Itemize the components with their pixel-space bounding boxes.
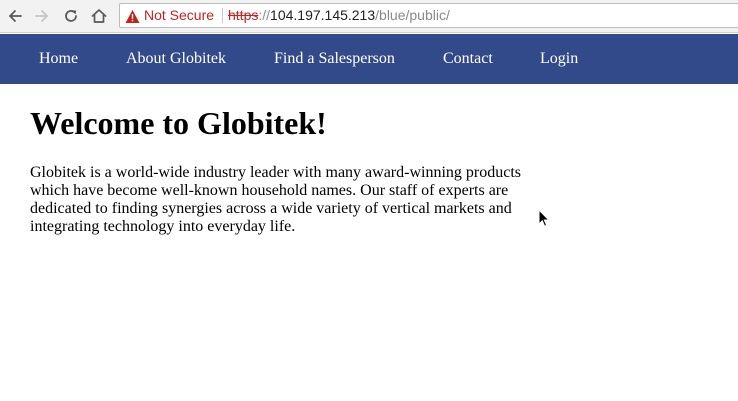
url-text[interactable]: https://104.197.145.213/blue/public/ bbox=[228, 4, 450, 27]
mouse-cursor-icon bbox=[538, 208, 550, 228]
back-button[interactable] bbox=[4, 5, 26, 27]
security-status-label[interactable]: Not Secure bbox=[144, 4, 214, 27]
forward-button[interactable] bbox=[31, 5, 53, 27]
url-separator: :// bbox=[258, 7, 271, 23]
url-scheme: https bbox=[228, 7, 259, 23]
reload-button[interactable] bbox=[60, 5, 82, 27]
nav-about-link[interactable]: About Globitek bbox=[126, 34, 226, 84]
address-bar-divider bbox=[222, 8, 223, 23]
url-host: 104.197.145.213 bbox=[270, 7, 376, 23]
url-path: /blue/public/ bbox=[375, 7, 450, 23]
home-button[interactable] bbox=[88, 5, 110, 27]
warning-triangle-icon bbox=[125, 8, 140, 23]
forward-arrow-icon bbox=[34, 8, 50, 24]
nav-login-link[interactable]: Login bbox=[540, 34, 578, 84]
back-arrow-icon bbox=[7, 8, 23, 24]
browser-toolbar: Not Secure https://104.197.145.213/blue/… bbox=[0, 0, 738, 33]
nav-contact-link[interactable]: Contact bbox=[443, 34, 493, 84]
nav-find-salesperson-link[interactable]: Find a Salesperson bbox=[274, 34, 395, 84]
reload-icon bbox=[63, 8, 79, 24]
page-title: Welcome to Globitek! bbox=[30, 105, 327, 141]
intro-paragraph: Globitek is a world-wide industry leader… bbox=[30, 164, 521, 235]
nav-home-link[interactable]: Home bbox=[39, 34, 78, 84]
address-bar[interactable]: Not Secure https://104.197.145.213/blue/… bbox=[119, 3, 738, 28]
home-icon bbox=[90, 7, 108, 25]
site-navigation: Home About Globitek Find a Salesperson C… bbox=[0, 34, 738, 84]
